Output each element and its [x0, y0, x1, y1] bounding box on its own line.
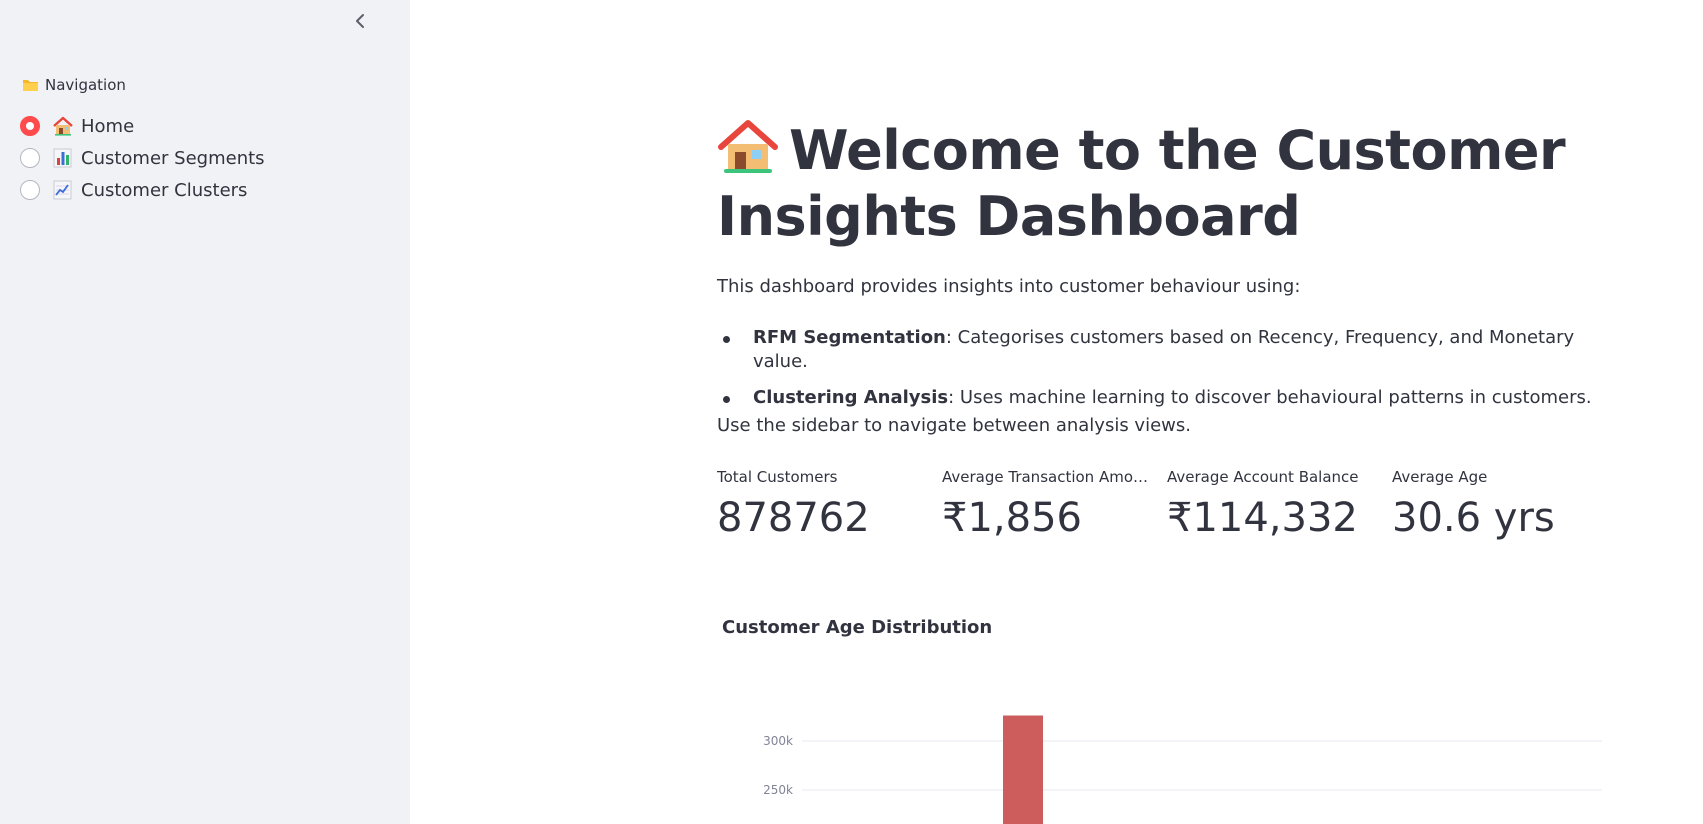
- navigation-label: Navigation: [45, 76, 126, 94]
- nav-item-label: Customer Clusters: [81, 179, 248, 201]
- sidebar: Navigation Home Customer Segments Custom…: [0, 0, 410, 824]
- list-item-bold: RFM Segmentation: [753, 327, 946, 348]
- list-item: RFM Segmentation: Categorises customers …: [717, 326, 1597, 374]
- radio-home[interactable]: [20, 116, 40, 136]
- age-distribution-chart: 250k 300k: [763, 715, 1602, 824]
- feature-list: RFM Segmentation: Categorises customers …: [717, 326, 1597, 422]
- radio-customer-segments[interactable]: [20, 148, 40, 168]
- house-icon: [718, 120, 778, 173]
- nav-item-label: Customer Segments: [81, 147, 265, 169]
- metric-total-customers: Total Customers 878762: [717, 466, 942, 546]
- radio-customer-clusters[interactable]: [20, 180, 40, 200]
- list-item-bold: Clustering Analysis: [753, 387, 949, 408]
- metric-label: Total Customers: [717, 468, 838, 486]
- metric-value: ₹114,332: [1167, 495, 1358, 541]
- page-title-text: Welcome to the Customer Insights Dashboa…: [717, 119, 1566, 248]
- nav-item-home[interactable]: Home: [20, 110, 265, 142]
- list-item-text: : Uses machine learning to discover beha…: [948, 387, 1592, 408]
- list-item: Clustering Analysis: Uses machine learni…: [717, 386, 1597, 410]
- house-icon: [53, 116, 73, 136]
- y-tick-label: 300k: [763, 734, 793, 748]
- intro-text: This dashboard provides insights into cu…: [717, 276, 1301, 297]
- outro-text: Use the sidebar to navigate between anal…: [717, 415, 1191, 436]
- chart-title: Customer Age Distribution: [722, 617, 993, 638]
- metric-label: Average Transaction Amo…: [942, 468, 1148, 486]
- navigation-radio-group: Home Customer Segments Customer Clusters: [20, 110, 265, 206]
- nav-item-customer-segments[interactable]: Customer Segments: [20, 142, 265, 174]
- metrics-row: Total Customers 878762 Average Transacti…: [717, 466, 1617, 546]
- collapse-sidebar-button[interactable]: [347, 8, 373, 34]
- metric-value: ₹1,856: [942, 495, 1082, 541]
- metric-average-transaction-amount: Average Transaction Amo… ₹1,856: [942, 466, 1167, 546]
- navigation-header: Navigation: [22, 76, 126, 94]
- metric-label: Average Age: [1392, 468, 1488, 486]
- histogram-bar: [1003, 715, 1043, 824]
- page-title: Welcome to the Customer Insights Dashboa…: [717, 118, 1577, 250]
- y-tick-label: 250k: [763, 783, 793, 797]
- nav-item-customer-clusters[interactable]: Customer Clusters: [20, 174, 265, 206]
- chevron-left-icon: [356, 14, 364, 28]
- metric-average-age: Average Age 30.6 yrs: [1392, 466, 1617, 546]
- metric-average-account-balance: Average Account Balance ₹114,332: [1167, 466, 1392, 546]
- line-chart-icon: [53, 180, 72, 200]
- nav-item-label: Home: [81, 115, 135, 137]
- metric-label: Average Account Balance: [1167, 468, 1359, 486]
- folder-icon: [23, 80, 38, 91]
- metric-value: 878762: [717, 495, 870, 541]
- metric-value: 30.6 yrs: [1392, 495, 1555, 541]
- bar-chart-icon: [53, 148, 72, 168]
